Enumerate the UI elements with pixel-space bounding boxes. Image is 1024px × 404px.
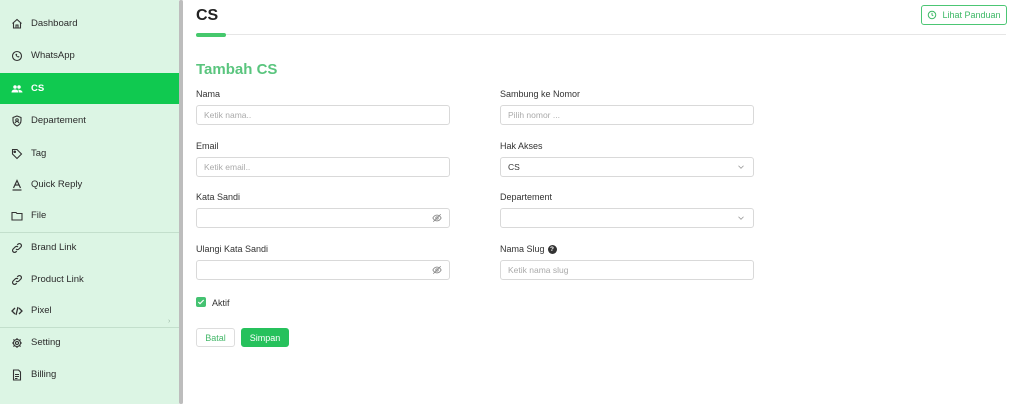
sidebar-item-file[interactable]: File	[0, 200, 179, 231]
nama-placeholder: Ketik nama..	[204, 110, 252, 120]
sidebar-item-dashboard[interactable]: Dashboard	[0, 8, 179, 39]
sidebar-item-label: Quick Reply	[31, 179, 83, 190]
users-icon	[11, 83, 23, 95]
email-placeholder: Ketik email..	[204, 162, 251, 172]
chevron-down-icon	[736, 213, 746, 223]
aktif-label[interactable]: Aktif	[212, 298, 230, 308]
sidebar-item-cs[interactable]: CS	[0, 73, 179, 104]
gear-icon	[11, 337, 23, 349]
guide-button-label: Lihat Panduan	[942, 10, 1001, 20]
eye-off-icon[interactable]	[432, 265, 442, 275]
nama-slug-input[interactable]: Ketik nama slug	[500, 260, 754, 280]
kata-sandi-label: Kata Sandi	[196, 192, 241, 202]
chevron-right-icon[interactable]: ›	[168, 318, 170, 325]
shield-icon	[11, 114, 23, 127]
sidebar-item-quick-reply[interactable]: Quick Reply	[0, 169, 179, 200]
nama-input[interactable]: Ketik nama..	[196, 105, 450, 125]
check-icon	[197, 299, 205, 305]
sidebar-item-label: WhatsApp	[31, 50, 75, 61]
sidebar: Dashboard WhatsApp CS Departement Tag Qu…	[0, 0, 179, 404]
kata-sandi-input[interactable]	[196, 208, 450, 228]
email-label: Email	[196, 141, 219, 151]
sidebar-item-whatsapp[interactable]: WhatsApp	[0, 40, 179, 71]
departement-select[interactable]	[500, 208, 754, 228]
sambung-nomor-label: Sambung ke Nomor	[500, 89, 581, 99]
chevron-down-icon	[736, 162, 746, 172]
tag-icon	[11, 148, 23, 160]
sidebar-item-label: Departement	[31, 115, 86, 126]
save-button[interactable]: Simpan	[241, 328, 289, 347]
sidebar-item-label: CS	[31, 83, 45, 94]
nama-slug-placeholder: Ketik nama slug	[508, 265, 569, 275]
sidebar-item-label: Dashboard	[31, 18, 78, 29]
sidebar-item-brand-link[interactable]: Brand Link	[0, 232, 179, 263]
sidebar-scrollbar[interactable]	[179, 0, 183, 404]
clock-icon	[928, 10, 937, 20]
code-icon	[11, 305, 23, 317]
app-window: Dashboard WhatsApp CS Departement Tag Qu…	[0, 0, 1024, 404]
guide-button[interactable]: Lihat Panduan	[921, 5, 1007, 25]
nama-slug-label: Nama Slug	[500, 244, 545, 254]
nama-slug-label-wrap: Nama Slug?	[500, 244, 557, 255]
sidebar-item-label: Billing	[31, 369, 57, 380]
document-icon	[11, 368, 23, 381]
email-input[interactable]: Ketik email..	[196, 157, 450, 177]
departement-label: Departement	[500, 192, 553, 202]
ulangi-kata-sandi-input[interactable]	[196, 260, 450, 280]
sidebar-item-billing[interactable]: Billing	[0, 359, 179, 390]
whatsapp-icon	[11, 50, 23, 62]
sidebar-item-setting[interactable]: Setting	[0, 327, 179, 358]
sidebar-item-label: File	[31, 210, 47, 221]
quick-reply-icon	[11, 178, 23, 191]
sidebar-item-pixel[interactable]: Pixel	[0, 295, 179, 326]
page-title: CS	[196, 7, 219, 24]
ulangi-kata-sandi-label: Ulangi Kata Sandi	[196, 244, 269, 254]
cancel-button[interactable]: Batal	[196, 328, 235, 347]
sidebar-item-product-link[interactable]: Product Link	[0, 264, 179, 295]
aktif-checkbox[interactable]	[196, 297, 206, 307]
sidebar-item-label: Setting	[31, 337, 61, 348]
eye-off-icon[interactable]	[432, 213, 442, 223]
sidebar-item-label: Pixel	[31, 305, 52, 316]
sidebar-item-label: Product Link	[31, 274, 84, 285]
sidebar-item-departement[interactable]: Departement	[0, 105, 179, 136]
home-icon	[11, 18, 23, 30]
form-heading: Tambah CS	[196, 61, 278, 78]
sambung-nomor-input[interactable]: Pilih nomor ...	[500, 105, 754, 125]
link-icon	[11, 274, 23, 286]
sidebar-item-label: Tag	[31, 148, 47, 159]
help-icon[interactable]: ?	[547, 245, 557, 255]
hak-akses-label: Hak Akses	[500, 141, 543, 151]
hak-akses-select[interactable]: CS	[500, 157, 754, 177]
sidebar-item-label: Brand Link	[31, 242, 77, 253]
folder-icon	[11, 210, 23, 222]
sidebar-item-tag[interactable]: Tag	[0, 138, 179, 169]
hak-akses-value: CS	[508, 162, 520, 172]
nama-label: Nama	[196, 89, 221, 99]
header-divider	[196, 34, 1006, 35]
title-underline	[196, 33, 226, 37]
link-icon	[11, 242, 23, 254]
sambung-nomor-placeholder: Pilih nomor ...	[508, 110, 560, 120]
